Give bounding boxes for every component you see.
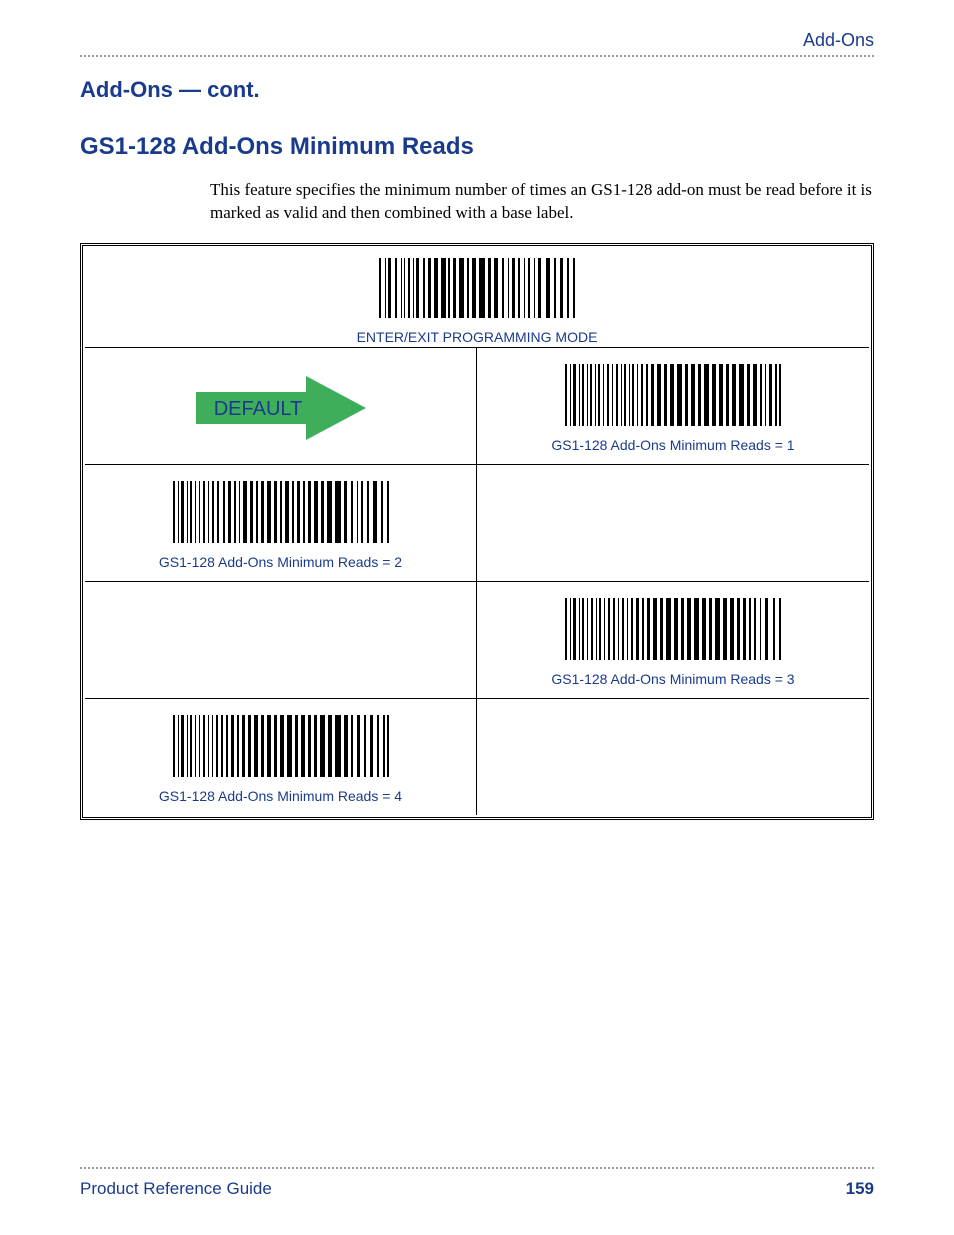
empty-cell-r3 [85,582,477,699]
enter-exit-cell: ENTER/EXIT PROGRAMMING MODE [85,248,869,348]
barcode-option-1-caption: GS1-128 Add-Ons Minimum Reads = 1 [551,437,794,453]
empty-cell-r4 [477,699,869,815]
options-frame: ENTER/EXIT PROGRAMMING MODE DEFAULT [80,243,874,820]
option-2-cell: GS1-128 Add-Ons Minimum Reads = 2 [85,465,477,582]
barcode-option-4 [171,713,391,790]
option-4-cell: GS1-128 Add-Ons Minimum Reads = 4 [85,699,477,815]
default-cell: DEFAULT [85,348,477,465]
footer-divider [80,1167,874,1169]
barcode-option-3 [563,596,783,673]
barcode-option-2 [171,479,391,556]
running-header: Add-Ons [80,30,874,51]
barcode-option-4-caption: GS1-128 Add-Ons Minimum Reads = 4 [159,788,402,804]
default-arrow-label: DEFAULT [213,398,302,420]
page-footer: Product Reference Guide 159 [80,1167,874,1199]
intro-paragraph: This feature specifies the minimum numbe… [210,179,874,225]
option-3-cell: GS1-128 Add-Ons Minimum Reads = 3 [477,582,869,699]
empty-cell-r2 [477,465,869,582]
page-number: 159 [846,1179,874,1199]
footer-left-text: Product Reference Guide [80,1179,272,1199]
default-arrow-icon: DEFAULT [186,368,376,448]
barcode-option-3-caption: GS1-128 Add-Ons Minimum Reads = 3 [551,671,794,687]
barcode-enter-exit [377,256,577,331]
barcode-option-1 [563,362,783,439]
header-divider [80,55,874,57]
barcode-option-2-caption: GS1-128 Add-Ons Minimum Reads = 2 [159,554,402,570]
barcode-enter-exit-caption: ENTER/EXIT PROGRAMMING MODE [85,329,869,345]
option-1-cell: GS1-128 Add-Ons Minimum Reads = 1 [477,348,869,465]
section-heading: GS1-128 Add-Ons Minimum Reads [80,133,874,161]
section-heading-cont: Add-Ons — cont. [80,77,874,103]
